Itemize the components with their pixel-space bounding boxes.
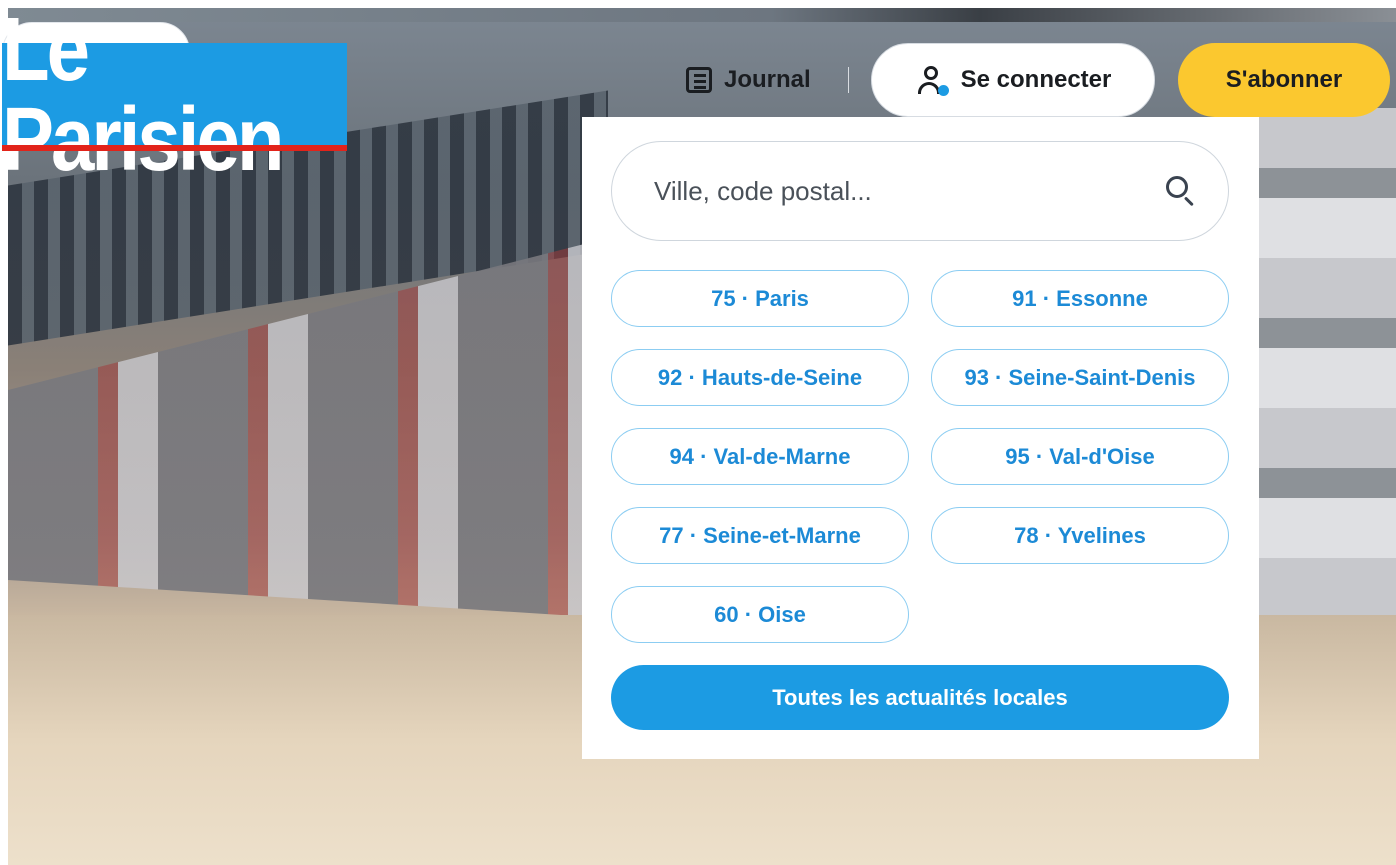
location-search[interactable] <box>611 141 1229 241</box>
department-button-93[interactable]: 93 · Seine-Saint-Denis <box>931 349 1229 406</box>
local-news-dropdown: 75 · Paris 91 · Essonne 92 · Hauts-de-Se… <box>582 117 1259 759</box>
search-icon[interactable] <box>1164 174 1198 208</box>
location-search-input[interactable] <box>654 175 1164 207</box>
user-icon <box>915 64 949 96</box>
site-logo[interactable]: Le Parisien <box>2 4 347 184</box>
department-button-77[interactable]: 77 · Seine-et-Marne <box>611 507 909 564</box>
department-button-92[interactable]: 92 · Hauts-de-Seine <box>611 349 909 406</box>
all-local-news-button[interactable]: Toutes les actualités locales <box>611 665 1229 730</box>
department-button-75[interactable]: 75 · Paris <box>611 270 909 327</box>
logo-text: Le Parisien <box>2 0 285 190</box>
department-button-60[interactable]: 60 · Oise <box>611 586 909 643</box>
newspaper-icon <box>686 67 712 93</box>
journal-label: Journal <box>724 66 811 93</box>
login-button[interactable]: Se connecter <box>871 43 1155 117</box>
department-button-78[interactable]: 78 · Yvelines <box>931 507 1229 564</box>
login-label: Se connecter <box>960 66 1112 93</box>
subscribe-button[interactable]: S'abonner <box>1178 43 1390 117</box>
department-button-94[interactable]: 94 · Val-de-Marne <box>611 428 909 485</box>
journal-link[interactable]: Journal <box>686 43 811 117</box>
department-button-91[interactable]: 91 · Essonne <box>931 270 1229 327</box>
department-button-95[interactable]: 95 · Val-d'Oise <box>931 428 1229 485</box>
logo-underline <box>2 145 347 151</box>
nav-divider <box>848 67 849 93</box>
subscribe-label: S'abonner <box>1225 66 1343 93</box>
